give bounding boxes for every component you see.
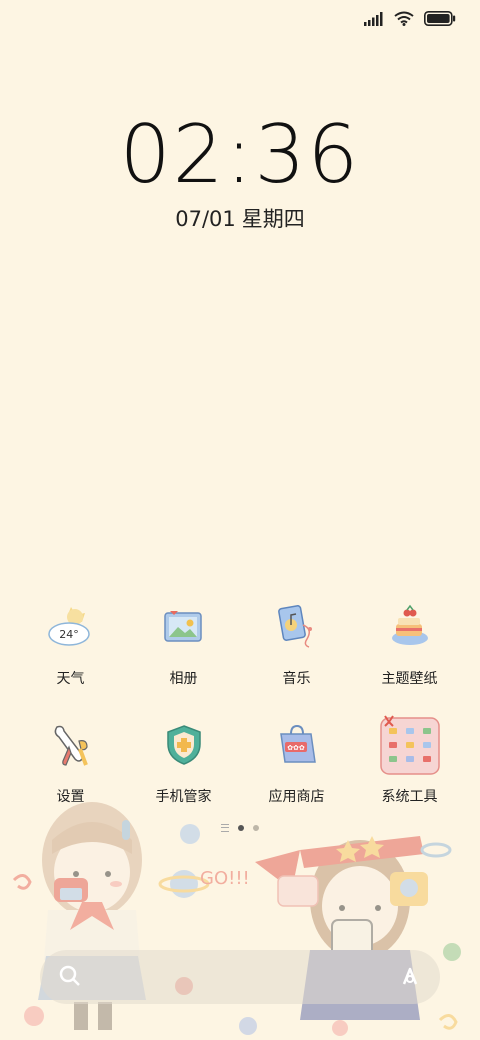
search-icon[interactable] [58,964,82,988]
svg-text:✿✿✿: ✿✿✿ [287,744,305,752]
app-label: 相册 [169,671,198,687]
app-weather[interactable]: 24° 天气 [14,596,127,688]
app-grid-row-1: 24° 天气 相册 音乐 主题壁纸 [14,596,466,688]
settings-icon [40,714,102,776]
battery-icon [424,11,456,26]
app-label: 音乐 [282,671,311,687]
status-bar [0,0,480,40]
lockscreen-clock: 02:36 [119,108,361,201]
security-icon [153,714,215,776]
gallery-icon [153,596,215,658]
date-text: 07/01 [175,207,236,231]
app-music[interactable]: 音乐 [240,596,353,688]
weekday-text: 星期四 [241,207,305,231]
weather-temp: 24° [59,628,79,641]
status-icons [364,11,456,26]
lockscreen-date: 07/01 星期四 [0,203,480,233]
wifi-icon [394,11,414,26]
wallpaper-go-text: GO!!! [200,868,250,889]
dock-bar [40,950,440,1004]
app-label: 主题壁纸 [381,671,438,687]
weather-icon: 24° [40,596,102,658]
app-themes[interactable]: 主题壁纸 [353,596,466,688]
app-label: 天气 [56,671,85,687]
music-icon [266,596,328,658]
assistant-icon[interactable] [398,964,422,988]
signal-icon [364,11,383,26]
app-gallery[interactable]: 相册 [127,596,240,688]
themes-icon [379,596,441,658]
tools-folder-icon [379,714,441,776]
app-store-icon: ✿✿✿ [266,714,328,776]
